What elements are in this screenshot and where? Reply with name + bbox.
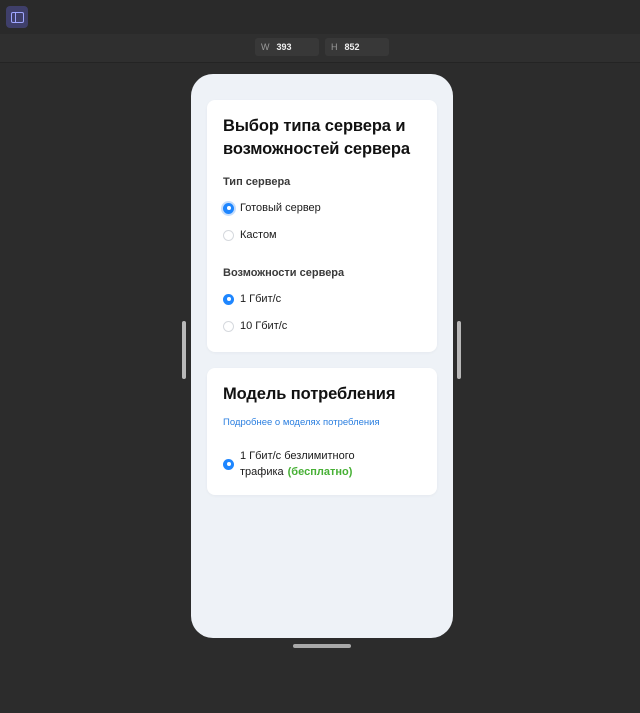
consumption-model-card: Модель потребления Подробнее о моделях п…: [207, 368, 437, 495]
radio-unselected-icon[interactable]: [223, 320, 234, 332]
radio-10gbit[interactable]: 10 Гбит/с: [223, 320, 287, 332]
radio-custom-server[interactable]: Кастом: [223, 229, 277, 241]
height-value: 852: [344, 42, 360, 52]
frame-tool-icon[interactable]: [6, 6, 28, 28]
radio-selected-icon[interactable]: [223, 293, 234, 305]
consumption-models-link[interactable]: Подробнее о моделях потребления: [223, 417, 380, 428]
radio-selected-icon[interactable]: [223, 202, 234, 214]
free-badge: (бесплатно): [287, 466, 353, 478]
height-field[interactable]: H 852: [325, 38, 389, 56]
resize-handle-right[interactable]: [457, 321, 461, 379]
radio-1gbit-label: 1 Гбит/с: [240, 293, 282, 305]
radio-ready-server[interactable]: Готовый сервер: [223, 202, 321, 214]
server-card-title: Выбор типа сервера и возможностей сервер…: [223, 117, 410, 158]
radio-selected-icon[interactable]: [223, 458, 234, 470]
server-capability-label: Возможности сервера: [223, 267, 345, 279]
width-label: W: [261, 42, 270, 52]
resize-handle-left[interactable]: [182, 321, 186, 379]
server-type-label: Тип сервера: [223, 176, 291, 188]
phone-frame: Выбор типа сервера и возможностей сервер…: [191, 74, 453, 638]
model-card-title: Модель потребления: [223, 385, 396, 403]
radio-ready-server-label: Готовый сервер: [240, 202, 321, 214]
width-field[interactable]: W 393: [255, 38, 319, 56]
plan-label: 1 Гбит/с безлимитного трафика (бесплатно): [240, 448, 423, 480]
editor-toolbar: [0, 0, 640, 35]
width-value: 393: [276, 42, 292, 52]
radio-1gbit[interactable]: 1 Гбит/с: [223, 293, 281, 305]
radio-10gbit-label: 10 Гбит/с: [240, 320, 288, 332]
server-type-card: Выбор типа сервера и возможностей сервер…: [207, 100, 437, 352]
radio-custom-server-label: Кастом: [240, 229, 277, 241]
height-label: H: [331, 42, 338, 52]
frame-size-bar: W 393 H 852: [0, 34, 640, 63]
radio-unselected-icon[interactable]: [223, 229, 234, 241]
resize-handle-bottom[interactable]: [293, 644, 351, 648]
radio-unlimited-plan[interactable]: 1 Гбит/с безлимитного трафика (бесплатно): [223, 448, 423, 480]
